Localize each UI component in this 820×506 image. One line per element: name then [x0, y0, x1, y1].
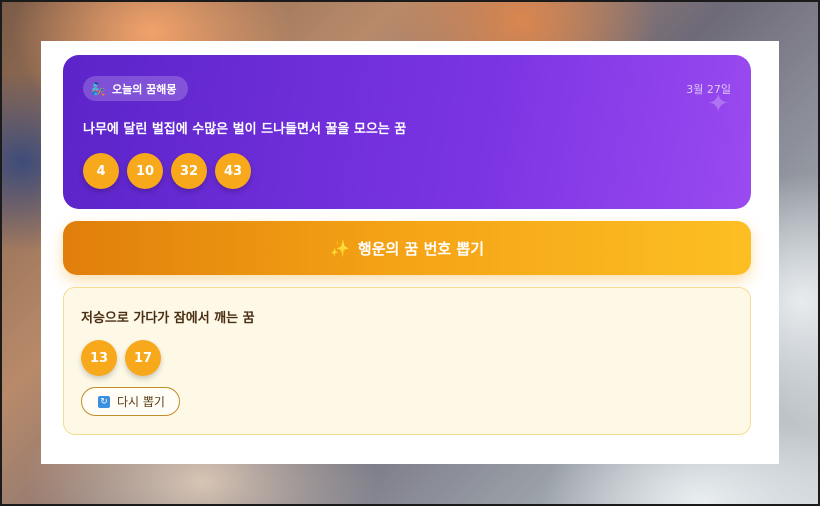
- todays-dream-numbers: 4 10 32 43: [83, 153, 251, 189]
- number-ball: 4: [83, 153, 119, 189]
- number-ball: 43: [215, 153, 251, 189]
- draw-result-card: 저승으로 가다가 잠에서 깨는 꿈 13 17 ↻ 다시 뽑기: [63, 287, 751, 435]
- draw-button-label: 행운의 꿈 번호 뽑기: [357, 239, 484, 258]
- redraw-button[interactable]: ↻ 다시 뽑기: [81, 387, 180, 416]
- genie-icon: 🧞: [91, 81, 106, 96]
- todays-dream-card: 🧞 오늘의 꿈해몽 3월 27일 ✦ 나무에 달린 벌집에 수많은 벌이 드나들…: [63, 55, 751, 209]
- todays-dream-tag: 🧞 오늘의 꿈해몽: [83, 76, 188, 101]
- result-numbers: 13 17: [81, 340, 161, 376]
- todays-dream-text: 나무에 달린 벌집에 수많은 벌이 드나들면서 꿀을 모으는 꿈: [83, 122, 407, 137]
- sparkle-decoration-icon: ✦: [707, 89, 729, 119]
- lucky-dream-widget: 🧞 오늘의 꿈해몽 3월 27일 ✦ 나무에 달린 벌집에 수많은 벌이 드나들…: [41, 41, 779, 464]
- tag-label: 오늘의 꿈해몽: [111, 82, 177, 96]
- redraw-button-label: 다시 뽑기: [117, 395, 165, 409]
- refresh-icon: ↻: [98, 395, 110, 408]
- sparkles-icon: ✨: [330, 238, 350, 258]
- number-ball: 17: [125, 340, 161, 376]
- number-ball: 10: [127, 153, 163, 189]
- result-dream-text: 저승으로 가다가 잠에서 깨는 꿈: [81, 311, 255, 326]
- draw-lucky-number-button[interactable]: ✨ 행운의 꿈 번호 뽑기: [63, 221, 751, 275]
- number-ball: 13: [81, 340, 117, 376]
- number-ball: 32: [171, 153, 207, 189]
